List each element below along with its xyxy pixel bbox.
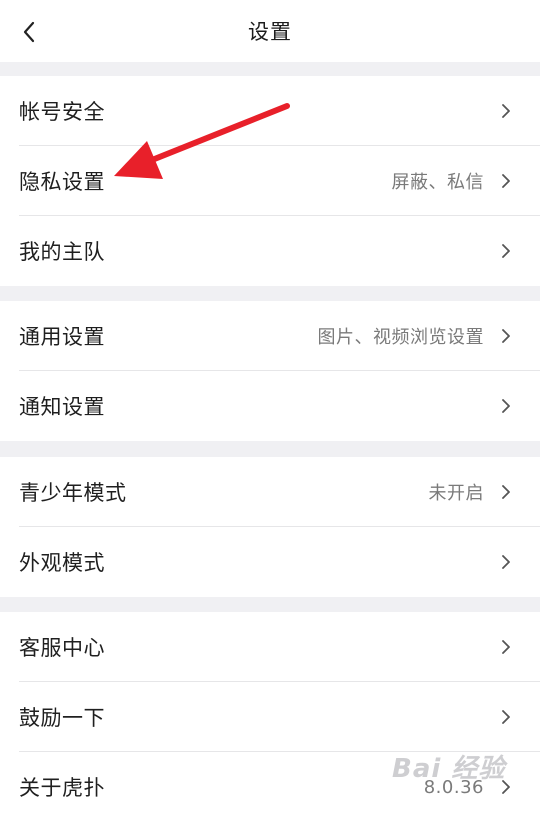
row-label: 外观模式 bbox=[19, 551, 105, 575]
row-label: 通知设置 bbox=[19, 395, 105, 419]
row-customer-service[interactable]: 客服中心 bbox=[0, 612, 540, 682]
chevron-right-icon bbox=[502, 329, 510, 343]
row-encourage[interactable]: 鼓励一下 bbox=[0, 682, 540, 752]
settings-group-modes: 青少年模式 未开启 外观模式 bbox=[0, 457, 540, 597]
chevron-right-icon bbox=[502, 399, 510, 413]
row-label: 我的主队 bbox=[19, 240, 105, 264]
row-value: 图片、视频浏览设置 bbox=[317, 327, 484, 348]
row-label: 帐号安全 bbox=[19, 100, 105, 124]
row-label: 通用设置 bbox=[19, 325, 105, 349]
row-account-security[interactable]: 帐号安全 bbox=[0, 76, 540, 146]
row-notification-settings[interactable]: 通知设置 bbox=[0, 371, 540, 441]
chevron-right-icon bbox=[502, 104, 510, 118]
row-general-settings[interactable]: 通用设置 图片、视频浏览设置 bbox=[0, 301, 540, 371]
settings-group-general: 通用设置 图片、视频浏览设置 通知设置 bbox=[0, 301, 540, 441]
chevron-right-icon bbox=[502, 710, 510, 724]
row-appearance-mode[interactable]: 外观模式 bbox=[0, 527, 540, 597]
row-label: 鼓励一下 bbox=[19, 706, 105, 730]
row-label: 关于虎扑 bbox=[19, 776, 105, 800]
settings-group-account: 帐号安全 隐私设置 屏蔽、私信 我的主队 bbox=[0, 76, 540, 286]
row-privacy-settings[interactable]: 隐私设置 屏蔽、私信 bbox=[0, 146, 540, 216]
settings-group-about: 客服中心 鼓励一下 关于虎扑 8.0.36 bbox=[0, 612, 540, 822]
chevron-right-icon bbox=[502, 640, 510, 654]
navigation-bar: 设置 bbox=[0, 0, 540, 62]
row-value: 屏蔽、私信 bbox=[391, 172, 484, 193]
row-label: 隐私设置 bbox=[19, 170, 105, 194]
row-label: 青少年模式 bbox=[19, 481, 127, 505]
row-value: 未开启 bbox=[428, 483, 484, 504]
row-my-home-team[interactable]: 我的主队 bbox=[0, 216, 540, 286]
chevron-right-icon bbox=[502, 485, 510, 499]
chevron-right-icon bbox=[502, 244, 510, 258]
watermark: Bai 经验 bbox=[392, 754, 506, 784]
page-title: 设置 bbox=[248, 20, 292, 44]
row-label: 客服中心 bbox=[19, 636, 105, 660]
row-teen-mode[interactable]: 青少年模式 未开启 bbox=[0, 457, 540, 527]
chevron-right-icon bbox=[502, 174, 510, 188]
chevron-right-icon bbox=[502, 555, 510, 569]
